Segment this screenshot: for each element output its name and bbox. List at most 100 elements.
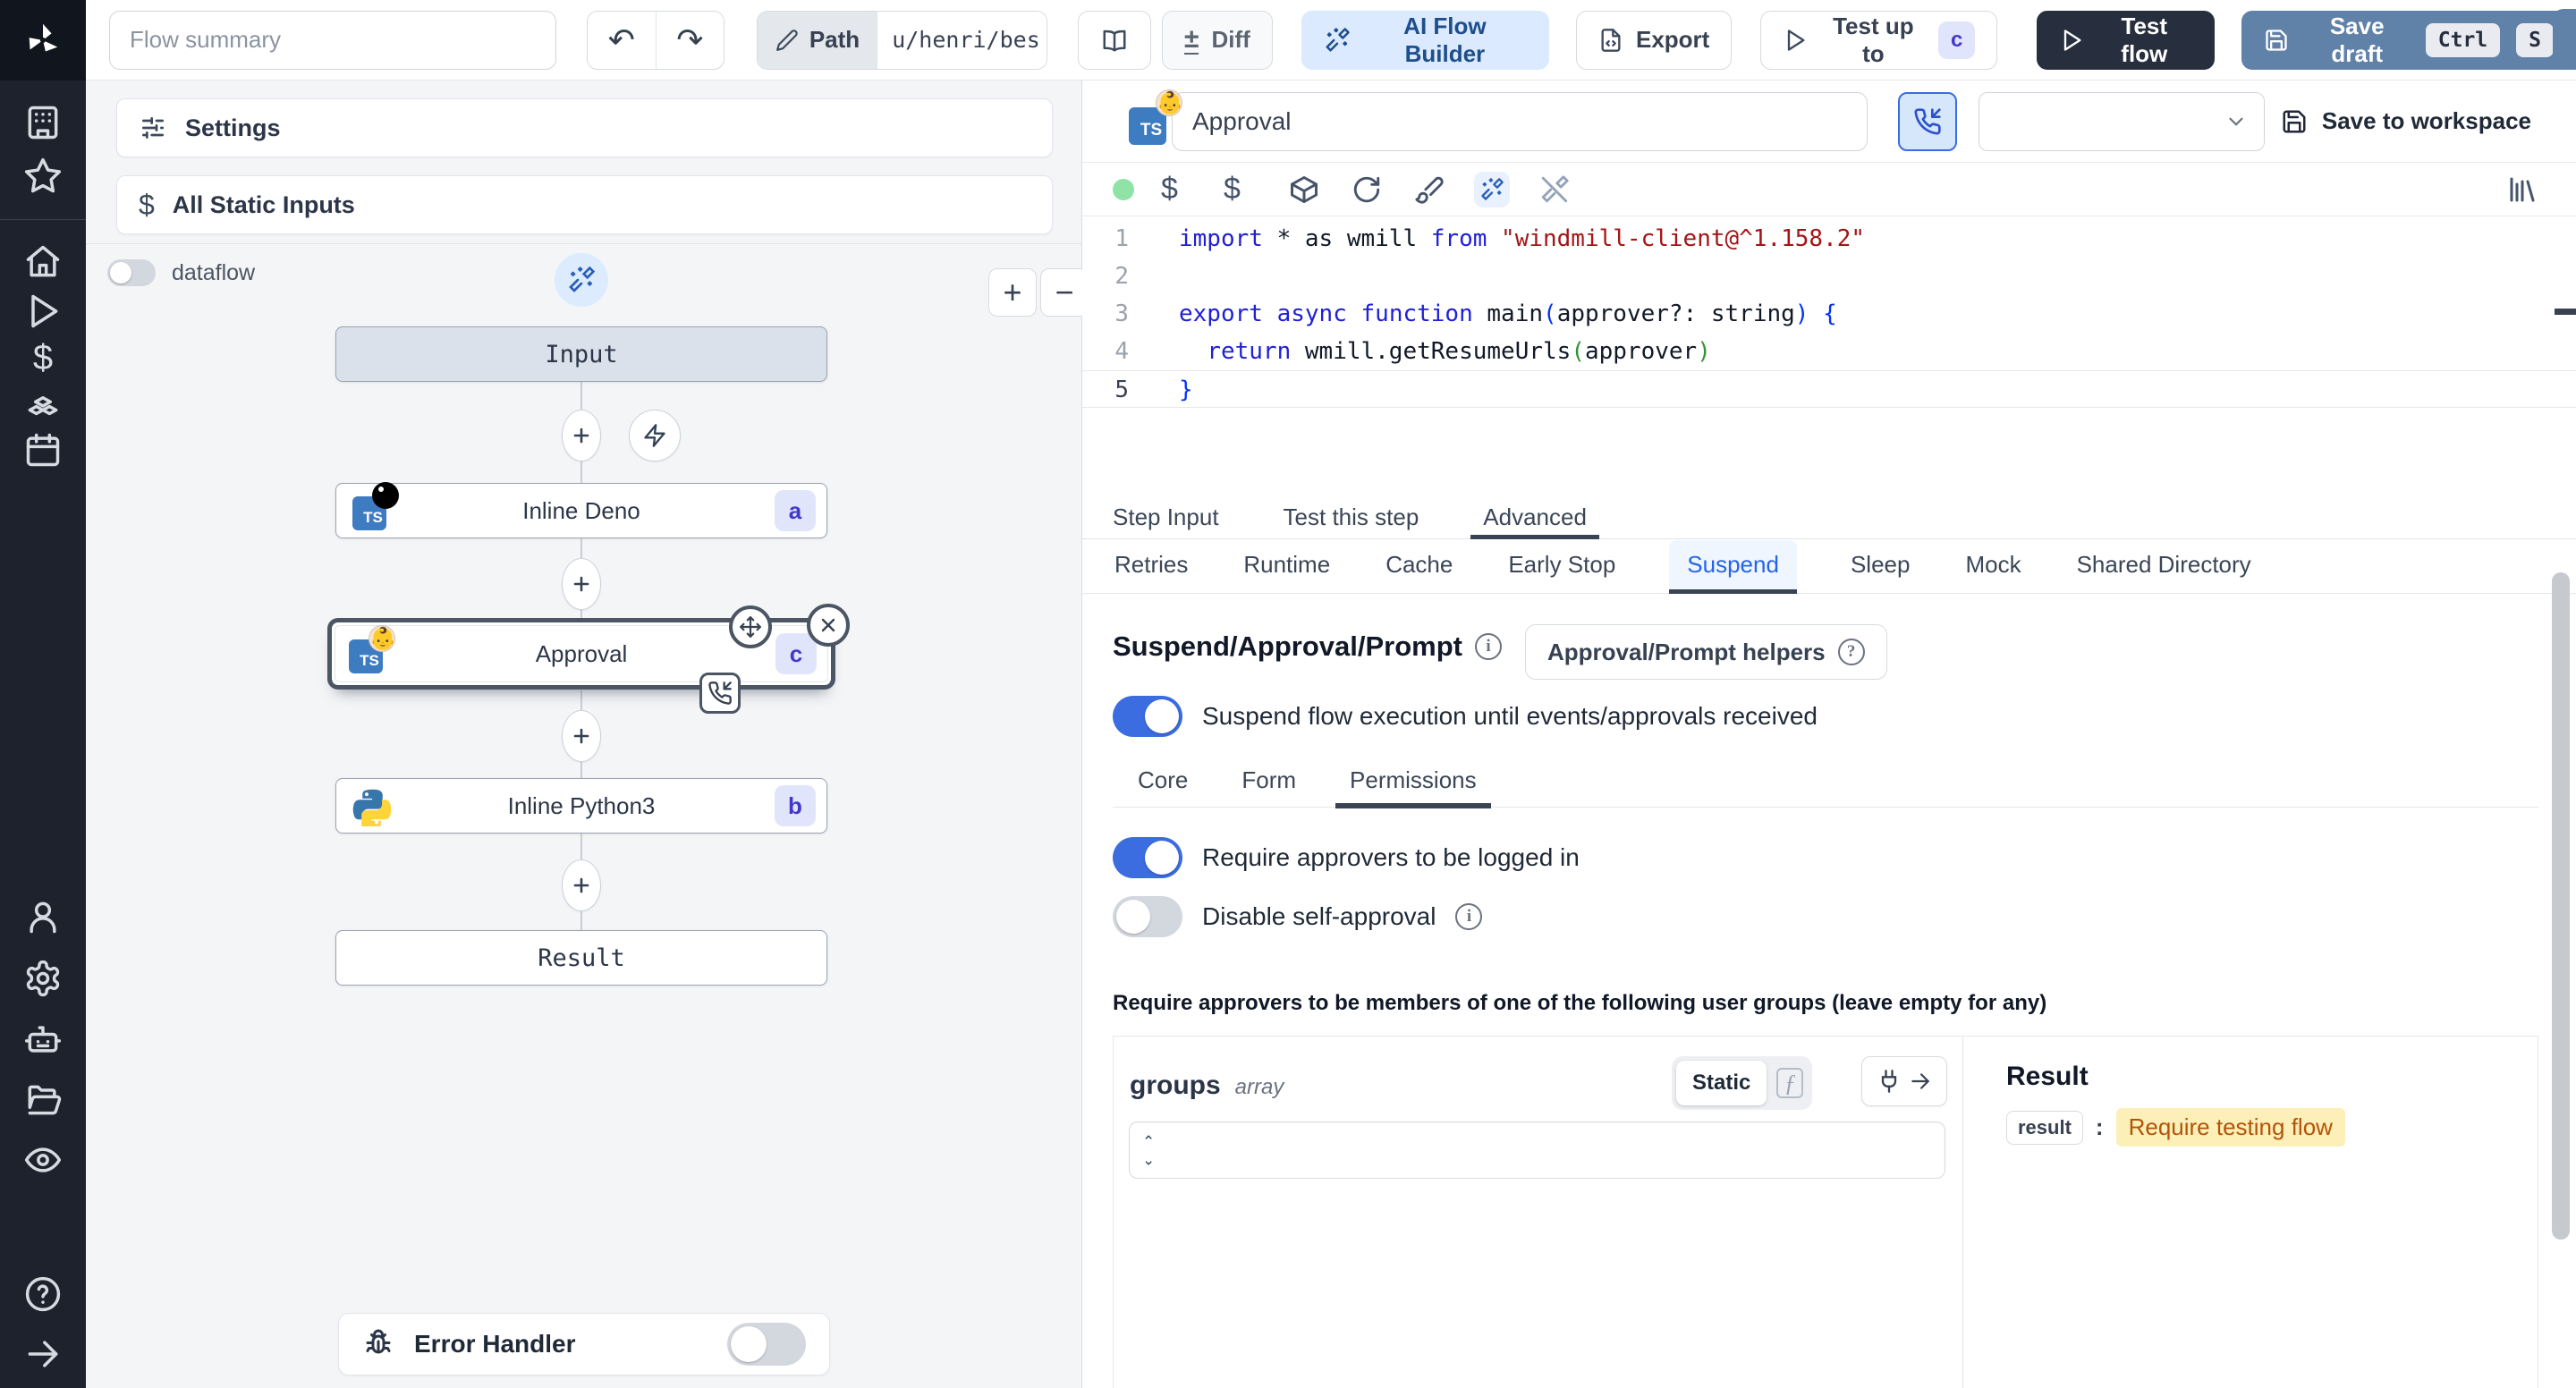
settings-gear-icon[interactable] — [23, 959, 63, 998]
test-up-to-button[interactable]: Test up to c — [1760, 10, 1997, 70]
connect-input-button[interactable] — [1861, 1056, 1947, 1106]
path-button[interactable]: Path — [757, 11, 878, 69]
variables-dollar-icon[interactable]: $ — [1161, 172, 1197, 207]
save-to-workspace-button[interactable]: Save to workspace — [2281, 107, 2531, 135]
graph-node-input[interactable]: Input — [335, 326, 827, 382]
groups-array-input[interactable]: ⌃ ⌃ — [1129, 1121, 1945, 1179]
flow-graph-panel: Settings $ All Static Inputs dataflow + … — [86, 80, 1089, 1388]
tab-form[interactable]: Form — [1241, 753, 1296, 808]
save-draft-button[interactable]: Save draft Ctrl S — [2241, 10, 2576, 70]
zoom-in-button[interactable]: + — [988, 268, 1037, 317]
static-mode-segment[interactable]: Static — [1676, 1061, 1767, 1105]
tab-shared-directory[interactable]: Shared Directory — [2075, 540, 2253, 593]
summary-kind-dropdown[interactable] — [1979, 91, 2265, 151]
tab-runtime[interactable]: Runtime — [1241, 540, 1332, 593]
add-step-button[interactable] — [562, 558, 601, 610]
add-step-button[interactable] — [562, 410, 601, 461]
vertical-scrollbar-thumb[interactable] — [2552, 572, 2570, 1240]
diff-button[interactable]: ± Diff — [1162, 10, 1273, 70]
graph-node-result[interactable]: Result — [335, 930, 827, 986]
suspend-phone-button[interactable] — [1898, 91, 1957, 151]
windmill-logo[interactable] — [0, 0, 86, 80]
schedules-calendar-icon[interactable] — [23, 430, 63, 470]
export-button[interactable]: Export — [1575, 10, 1733, 70]
code-editor[interactable]: 1 import * as wmill from "windmill-client… — [1082, 216, 2576, 496]
zoom-out-button[interactable]: − — [1040, 268, 1089, 317]
wand-off-icon[interactable] — [1537, 172, 1572, 207]
info-icon[interactable]: i — [1474, 633, 1502, 660]
workers-robot-icon[interactable] — [23, 1020, 63, 1059]
code-line[interactable]: 3 export async function main(approver?: s… — [1082, 295, 2576, 333]
editor-toolbar: $ $ — [1082, 163, 2576, 216]
library-icon[interactable] — [2504, 172, 2540, 207]
path-value[interactable]: u/henri/bes — [877, 11, 1047, 69]
path-group[interactable]: Path u/henri/bes — [756, 10, 1048, 70]
users-icon[interactable] — [23, 897, 63, 936]
docs-book-button[interactable] — [1078, 10, 1152, 70]
collapse-chevrons-icon[interactable]: ⌃ ⌃ — [1142, 1134, 1155, 1167]
add-step-button[interactable] — [562, 859, 601, 911]
graph-ai-wand-button[interactable] — [555, 253, 608, 307]
tab-step-input[interactable]: Step Input — [1113, 496, 1219, 539]
flow-summary-input[interactable] — [109, 10, 556, 70]
tab-suspend[interactable]: Suspend — [1669, 540, 1797, 594]
workspace-icon[interactable] — [23, 103, 63, 142]
code-line[interactable]: 5} — [1082, 370, 2576, 408]
runs-play-icon[interactable] — [23, 292, 63, 331]
code-line[interactable]: 1 import * as wmill from "windmill-client… — [1082, 220, 2576, 258]
code-line[interactable]: 4 return wmill.getResumeUrls(approver) — [1082, 333, 2576, 370]
approval-prompt-helpers-button[interactable]: Approval/Prompt helpers ? — [1525, 624, 1887, 680]
topbar-overflow-button[interactable] — [2553, 9, 2576, 70]
redo-button[interactable]: ↷ — [655, 11, 724, 69]
dataflow-toggle[interactable] — [107, 259, 156, 286]
flow-settings-button[interactable]: Settings — [116, 98, 1053, 157]
input-mode-toggle[interactable]: Static ƒ — [1672, 1056, 1813, 1110]
package-icon[interactable] — [1286, 172, 1322, 207]
variables-dollar-icon[interactable]: $ — [23, 338, 63, 377]
favorites-star-icon[interactable] — [23, 157, 63, 196]
code-line[interactable]: 2 — [1082, 258, 2576, 295]
ai-assistant-wand-icon[interactable] — [1474, 171, 1510, 207]
undo-button[interactable]: ↶ — [588, 12, 656, 69]
groups-note: Require approvers to be members of one o… — [1113, 991, 2047, 1015]
all-static-inputs-button[interactable]: $ All Static Inputs — [116, 175, 1053, 234]
ai-flow-builder-button[interactable]: AI Flow Builder — [1301, 10, 1549, 70]
delete-step-button[interactable] — [807, 604, 850, 647]
tab-cache[interactable]: Cache — [1384, 540, 1454, 593]
tab-test-this-step[interactable]: Test this step — [1284, 496, 1419, 539]
error-handler-card[interactable]: Error Handler — [338, 1313, 830, 1375]
expand-arrow-icon[interactable] — [23, 1334, 63, 1374]
resources-boxes-icon[interactable] — [23, 385, 63, 425]
javascript-mode-segment[interactable]: ƒ — [1772, 1063, 1808, 1103]
audit-eye-icon[interactable] — [23, 1140, 63, 1180]
tab-advanced[interactable]: Advanced — [1470, 496, 1599, 539]
step-title-input[interactable] — [1172, 91, 1868, 151]
disable-self-approval-toggle[interactable] — [1113, 896, 1182, 937]
tab-retries[interactable]: Retries — [1113, 540, 1190, 593]
resources-dollar-icon[interactable]: $ — [1224, 172, 1259, 207]
groups-editor: groups array Static ƒ ⌃ ⌃ Result result : — [1113, 1036, 2538, 1388]
result-key-chip[interactable]: result — [2006, 1110, 2083, 1145]
tab-sleep[interactable]: Sleep — [1849, 540, 1912, 593]
tab-permissions[interactable]: Permissions — [1335, 753, 1491, 808]
move-step-button[interactable] — [729, 605, 772, 648]
tab-mock[interactable]: Mock — [1963, 540, 2022, 593]
add-trigger-bolt-button[interactable] — [629, 410, 681, 461]
folders-icon[interactable] — [23, 1080, 63, 1120]
add-step-button[interactable] — [562, 710, 601, 762]
require-login-toggle[interactable] — [1113, 837, 1182, 878]
result-heading: Result — [2006, 1062, 2089, 1091]
graph-node-inline-python3[interactable]: Inline Python3 b — [335, 778, 827, 834]
help-icon[interactable] — [23, 1274, 63, 1314]
test-flow-button[interactable]: Test flow — [2036, 10, 2215, 70]
suspend-toggle-row: Suspend flow execution until events/appr… — [1113, 696, 1818, 737]
graph-node-inline-deno[interactable]: TS Inline Deno a — [335, 482, 827, 538]
suspend-flow-toggle[interactable] — [1113, 696, 1182, 737]
error-handler-toggle[interactable] — [727, 1323, 806, 1366]
reload-icon[interactable] — [1349, 172, 1385, 207]
home-icon[interactable] — [23, 242, 63, 282]
tab-early-stop[interactable]: Early Stop — [1506, 540, 1617, 593]
info-icon[interactable]: i — [1455, 903, 1483, 930]
format-brush-icon[interactable] — [1411, 172, 1447, 207]
tab-core[interactable]: Core — [1138, 753, 1188, 808]
